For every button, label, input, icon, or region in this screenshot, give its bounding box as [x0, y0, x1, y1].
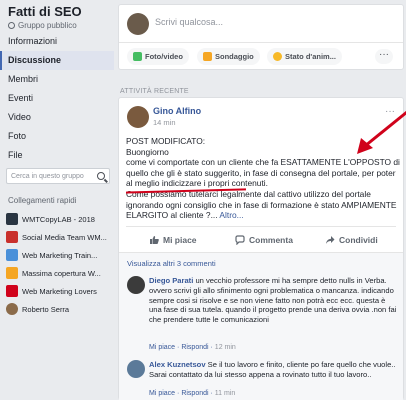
group-icon	[6, 267, 18, 279]
feeling-button[interactable]: Stato d'anim...	[267, 48, 342, 65]
post-line: al meglio indicizzare i propri contenuti…	[126, 178, 268, 189]
comment-body: Alex Kuznetsov Se il tuo lavoro e finito…	[149, 360, 399, 380]
post-card: Gino Alfino 14 min ··· POST MODIFICATO: …	[118, 97, 406, 400]
comment: Diego Parati un vecchio professore mi ha…	[127, 276, 397, 356]
quick-link-label: WMTCopyLAB - 2018	[22, 214, 95, 224]
quick-link[interactable]: Social Media Team WM...	[6, 228, 114, 246]
nav-item-eventi[interactable]: Eventi	[0, 89, 114, 108]
quick-links-title: Collegamenti rapidi	[8, 196, 77, 205]
comment-body: Diego Parati un vecchio professore mi ha…	[149, 276, 399, 325]
group-icon	[6, 249, 18, 261]
comment-meta: Mi piace · Rispondi · 11 min	[149, 390, 236, 397]
comment-reply-link[interactable]: Rispondi	[181, 390, 208, 397]
comment-author[interactable]: Diego Parati	[149, 276, 193, 285]
comment-time[interactable]: 11 min	[215, 390, 236, 397]
group-title[interactable]: Fatti di SEO	[8, 4, 82, 19]
poll-icon	[203, 52, 212, 61]
photo-video-button[interactable]: Foto/video	[127, 48, 189, 65]
group-privacy: Gruppo pubblico	[8, 21, 77, 30]
avatar[interactable]	[127, 13, 149, 35]
group-search-input[interactable]: Cerca in questo gruppo	[6, 168, 110, 184]
nav-item-foto[interactable]: Foto	[0, 127, 114, 146]
nav-item-informazioni[interactable]: Informazioni	[0, 32, 114, 51]
nav-item-membri[interactable]: Membri	[0, 70, 114, 89]
quick-link[interactable]: Massima copertura W...	[6, 264, 114, 282]
post-composer: Scrivi qualcosa... Foto/video Sondaggio …	[118, 4, 404, 70]
divider	[126, 226, 396, 227]
avatar[interactable]	[127, 106, 149, 128]
quick-link-label: Social Media Team WM...	[22, 232, 107, 242]
share-button[interactable]: Condividi	[325, 232, 378, 248]
feeling-label: Stato d'anim...	[285, 52, 336, 61]
quick-links-list: WMTCopyLAB - 2018 Social Media Team WM..…	[6, 210, 114, 318]
poll-button[interactable]: Sondaggio	[197, 48, 260, 65]
divider	[119, 42, 403, 43]
group-icon	[6, 285, 18, 297]
photo-icon	[133, 52, 142, 61]
nav-item-discussione[interactable]: Discussione	[0, 51, 114, 70]
post-line: come vi comportate con un cliente che fa…	[126, 157, 400, 168]
nav-item-video[interactable]: Video	[0, 108, 114, 127]
recent-activity-label: ATTIVITÀ RECENTE	[120, 88, 189, 95]
post-line: quello che gli è stato suggerito, in fas…	[126, 167, 396, 178]
view-more-comments-link[interactable]: Visualizza altri 3 commenti	[127, 259, 216, 268]
comment-label: Commenta	[249, 235, 293, 245]
comment: Alex Kuznetsov Se il tuo lavoro e finito…	[127, 360, 397, 400]
emoji-icon	[273, 52, 282, 61]
more-options-button[interactable]: ···	[375, 49, 393, 64]
group-privacy-label: Gruppo pubblico	[18, 21, 77, 30]
poll-label: Sondaggio	[215, 52, 254, 61]
comment-like-link[interactable]: Mi piace	[149, 344, 175, 351]
quick-link[interactable]: Web Marketing Train...	[6, 246, 114, 264]
like-label: Mi piace	[163, 235, 197, 245]
post-line: ELARGITO al cliente ?... Altro...	[126, 210, 396, 221]
comment-reply-link[interactable]: Rispondi	[181, 344, 208, 351]
comment-meta: Mi piace · Rispondi · 12 min	[149, 344, 236, 351]
photo-video-label: Foto/video	[145, 52, 183, 61]
avatar[interactable]	[127, 360, 145, 378]
see-more-link[interactable]: Altro...	[219, 210, 243, 220]
comment-time[interactable]: 12 min	[215, 344, 236, 351]
post-line: ignorando ogni consiglio che in fase di …	[126, 199, 397, 210]
avatar	[6, 303, 18, 315]
share-label: Condividi	[339, 235, 378, 245]
quick-link-label: Massima copertura W...	[22, 268, 101, 278]
composer-input[interactable]: Scrivi qualcosa...	[155, 17, 223, 27]
quick-link[interactable]: Roberto Serra	[6, 300, 114, 318]
red-arrow-annotation	[357, 110, 406, 154]
nav-item-file[interactable]: File	[0, 146, 114, 165]
like-button[interactable]: Mi piace	[149, 232, 197, 248]
group-nav: Informazioni Discussione Membri Eventi V…	[0, 32, 114, 165]
group-search-placeholder: Cerca in questo gruppo	[11, 172, 84, 180]
sidebar: Fatti di SEO Gruppo pubblico Informazion…	[0, 0, 114, 400]
group-icon	[6, 213, 18, 225]
comment-button[interactable]: Commenta	[235, 232, 293, 248]
quick-link-label: Web Marketing Lovers	[22, 286, 97, 296]
globe-icon	[8, 22, 15, 29]
quick-link-label: Roberto Serra	[22, 304, 70, 314]
comment-author[interactable]: Alex Kuznetsov	[149, 360, 206, 369]
thumbs-up-icon	[150, 236, 159, 244]
post-author[interactable]: Gino Alfino	[153, 106, 201, 116]
share-icon	[326, 236, 335, 244]
post-time[interactable]: 14 min	[153, 118, 176, 127]
group-icon	[6, 231, 18, 243]
search-icon[interactable]	[97, 172, 105, 180]
quick-link-label: Web Marketing Train...	[22, 250, 98, 260]
avatar[interactable]	[127, 276, 145, 294]
comment-like-link[interactable]: Mi piace	[149, 390, 175, 397]
post-line-text: ELARGITO al cliente ?...	[126, 210, 218, 221]
quick-link[interactable]: WMTCopyLAB - 2018	[6, 210, 114, 228]
comment-icon	[235, 235, 245, 245]
quick-link[interactable]: Web Marketing Lovers	[6, 282, 114, 300]
